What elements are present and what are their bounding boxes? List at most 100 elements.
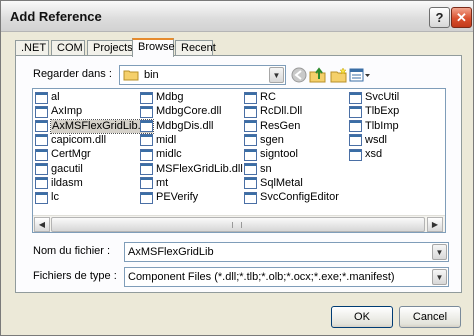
tab-net[interactable]: .NET (15, 40, 49, 56)
folder-icon (123, 70, 139, 81)
chevron-down-icon[interactable]: ▼ (269, 67, 284, 83)
file-icon (35, 148, 48, 161)
file-type-value: Component Files (*.dll;*.tlb;*.olb;*.ocx… (128, 271, 395, 283)
back-icon[interactable] (289, 65, 309, 85)
ok-button[interactable]: OK (331, 306, 393, 328)
close-button[interactable]: ✕ (451, 7, 472, 28)
file-name: ildasm (51, 176, 83, 189)
file-item[interactable]: TlbExp (349, 105, 399, 118)
new-folder-icon[interactable] (329, 65, 349, 85)
file-item[interactable]: AxMSFlexGridLib.dll (35, 118, 154, 134)
file-name: MSFlexGridLib.dll (156, 162, 243, 175)
file-item[interactable]: MdbgDis.dll (140, 120, 213, 133)
look-in-label: Regarder dans : (33, 68, 112, 80)
file-item[interactable]: SvcUtil (349, 91, 399, 104)
scroll-left-icon[interactable]: ◀ (34, 217, 50, 232)
file-item[interactable]: ildasm (35, 177, 83, 190)
file-name-field[interactable]: AxMSFlexGridLib ▼ (124, 242, 449, 262)
file-item[interactable]: wsdl (349, 134, 387, 147)
file-icon (349, 105, 362, 118)
file-name-value: AxMSFlexGridLib (128, 246, 214, 258)
file-item[interactable]: capicom.dll (35, 134, 106, 147)
file-item[interactable]: lc (35, 191, 59, 204)
file-name: RC (260, 91, 276, 103)
file-item[interactable]: sn (244, 163, 272, 176)
file-name: SvcUtil (365, 91, 400, 103)
file-icon (349, 134, 362, 147)
file-item[interactable]: TlbImp (349, 120, 399, 133)
file-name: MdbgDis.dll (156, 119, 214, 132)
file-item[interactable]: AxImp (35, 105, 82, 118)
file-item[interactable]: MdbgCore.dll (140, 105, 221, 118)
file-name: SqlMetal (260, 176, 303, 189)
file-icon (244, 120, 257, 133)
file-item[interactable]: sgen (244, 134, 284, 147)
add-reference-dialog: Add Reference ? ✕ .NET COM Projects Brow… (0, 0, 474, 336)
horizontal-scrollbar[interactable]: ◀ ▶ (33, 215, 445, 232)
file-name: SvcConfigEditor (260, 191, 339, 204)
chevron-down-icon[interactable]: ▼ (432, 244, 447, 260)
file-item[interactable]: SqlMetal (244, 177, 303, 190)
file-name: sn (260, 162, 272, 175)
look-in-combo[interactable]: bin ▼ (119, 65, 286, 85)
file-name: mt (156, 176, 169, 189)
file-icon (35, 91, 48, 104)
file-name: midlc (156, 148, 182, 161)
file-icon (140, 191, 153, 204)
help-button[interactable]: ? (429, 7, 450, 28)
file-type-select[interactable]: Component Files (*.dll;*.tlb;*.olb;*.ocx… (124, 267, 449, 287)
file-icon (35, 105, 48, 118)
file-item[interactable]: PEVerify (140, 191, 198, 204)
tab-com[interactable]: COM (51, 40, 85, 56)
view-menu-icon[interactable] (348, 65, 372, 85)
file-icon (140, 134, 153, 147)
tab-browse[interactable]: Browse (132, 38, 175, 57)
file-item[interactable]: midlc (140, 148, 182, 161)
file-icon (244, 177, 257, 190)
file-icon (244, 163, 257, 175)
file-name-label: Nom du fichier : (33, 245, 111, 257)
look-in-value: bin (144, 69, 159, 81)
file-item[interactable]: CertMgr (35, 148, 91, 161)
up-folder-icon[interactable] (308, 65, 328, 85)
file-name: signtool (260, 148, 298, 161)
file-icon (140, 105, 153, 118)
file-name: PEVerify (156, 191, 199, 204)
file-item[interactable]: gacutil (35, 163, 83, 176)
file-item[interactable]: mt (140, 177, 168, 190)
file-item[interactable]: RcDll.Dll (244, 105, 302, 118)
title-bar[interactable]: Add Reference ? ✕ (1, 1, 473, 32)
file-item[interactable]: Mdbg (140, 91, 184, 104)
file-icon (140, 177, 153, 190)
file-item[interactable]: SvcConfigEditor (244, 191, 339, 204)
file-name: capicom.dll (51, 133, 107, 146)
file-item[interactable]: ResGen (244, 120, 300, 133)
file-icon (35, 163, 48, 175)
browse-panel: Regarder dans : bin ▼ al AxImp AxMSFlexGri… (15, 55, 462, 293)
file-name: gacutil (51, 162, 83, 175)
file-name: lc (51, 191, 59, 204)
file-icon (244, 148, 257, 161)
file-item[interactable]: RC (244, 91, 276, 104)
file-icon (349, 148, 362, 161)
file-name: AxMSFlexGridLib.dll (50, 118, 154, 134)
scroll-thumb[interactable] (51, 217, 425, 232)
scroll-right-icon[interactable]: ▶ (427, 217, 443, 232)
chevron-down-icon[interactable]: ▼ (432, 269, 447, 285)
tab-projects[interactable]: Projects (87, 40, 133, 56)
file-item[interactable]: midl (140, 134, 176, 147)
file-list[interactable]: al AxImp AxMSFlexGridLib.dll capicom.dll Cer… (32, 88, 446, 233)
file-name: RcDll.Dll (260, 105, 303, 118)
cancel-button[interactable]: Cancel (399, 306, 461, 328)
file-icon (349, 91, 362, 104)
file-name: MdbgCore.dll (156, 105, 222, 118)
file-name: AxImp (51, 105, 83, 118)
file-name: CertMgr (51, 148, 91, 161)
file-item[interactable]: MSFlexGridLib.dll (140, 163, 243, 176)
file-item[interactable]: xsd (349, 148, 382, 161)
tab-recent[interactable]: Recent (175, 40, 216, 56)
file-item[interactable]: signtool (244, 148, 298, 161)
file-item[interactable]: al (35, 91, 60, 104)
file-icon (244, 191, 257, 204)
close-icon: ✕ (456, 9, 467, 25)
